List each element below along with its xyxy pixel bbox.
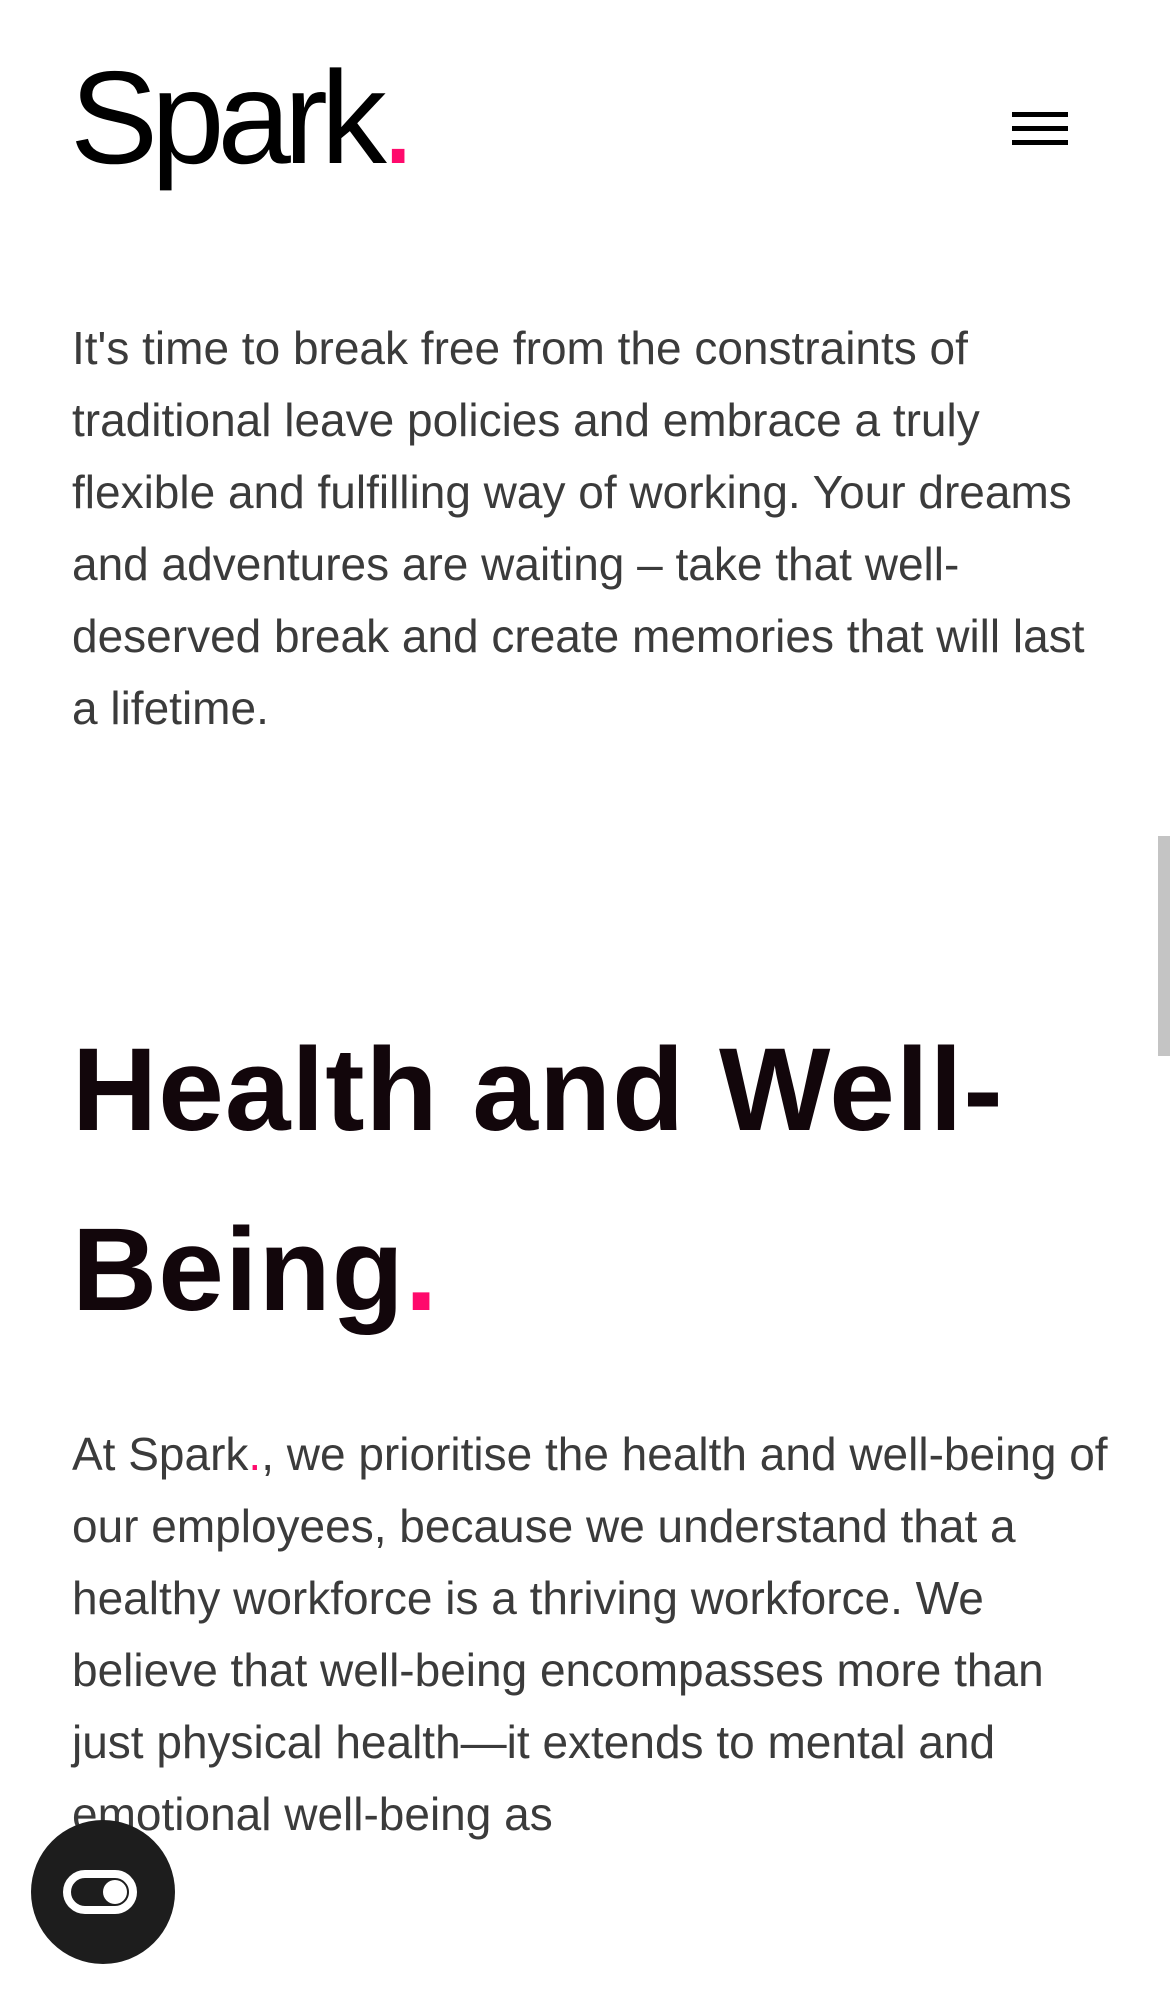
section-title-text: Health and Well-Being bbox=[72, 1024, 1004, 1336]
spark-logo[interactable]: Spark. bbox=[70, 52, 416, 184]
logo-dot: . bbox=[379, 44, 417, 191]
paragraph-prefix: At Spark bbox=[72, 1428, 249, 1480]
section-title-dot: . bbox=[404, 1204, 439, 1336]
accessibility-toggle-button[interactable] bbox=[31, 1820, 175, 1964]
toggle-icon bbox=[63, 1870, 137, 1914]
section-paragraph: At Spark., we prioritise the health and … bbox=[72, 1418, 1112, 1850]
intro-paragraph: It's time to break free from the constra… bbox=[72, 322, 1085, 734]
site-header: Spark. bbox=[0, 0, 1170, 200]
scrollbar-thumb[interactable] bbox=[1158, 836, 1170, 1056]
logo-text: Spark bbox=[70, 44, 387, 191]
section-title: Health and Well-Being. bbox=[72, 1000, 1132, 1360]
hamburger-menu-icon-bar bbox=[1012, 140, 1068, 145]
hamburger-menu-button[interactable] bbox=[1000, 106, 1080, 166]
paragraph-rest: , we prioritise the health and well-bein… bbox=[72, 1428, 1108, 1840]
hamburger-menu-icon-bar bbox=[1012, 126, 1068, 131]
hamburger-menu-icon bbox=[1012, 112, 1068, 117]
paragraph-brand-dot: . bbox=[248, 1428, 262, 1480]
